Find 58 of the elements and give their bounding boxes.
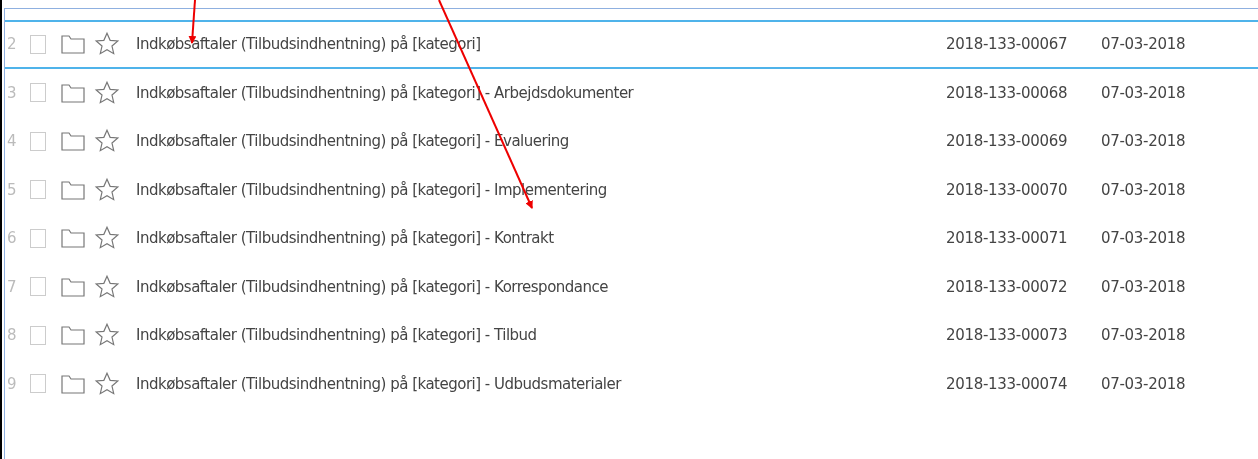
star-icon[interactable] [94,370,120,397]
star-icon[interactable] [94,31,120,58]
case-number: 2018-133-00067 [946,34,1069,55]
checkbox[interactable] [30,34,46,54]
row-number: 9 [6,373,18,395]
folder-icon [61,131,85,152]
list-row[interactable]: 8 Indkøbsaftaler (Tilbudsindhentning) på [kategori] - Tilbud 2018-133-00073 07-03-2018 [5,311,1258,360]
row-number: 3 [6,82,18,104]
star-icon[interactable] [94,322,120,349]
checkbox[interactable] [30,277,46,297]
item-title: Indkøbsaftaler (Tilbudsindhentning) på [kategori] - Tilbud [136,325,538,346]
date: 07-03-2018 [1101,373,1186,395]
row-number: 6 [6,228,18,249]
date: 07-03-2018 [1101,276,1186,298]
list-row[interactable]: 3 Indkøbsaftaler (Tilbudsindhentning) på [kategori] - Arbejdsdokumenter 2018-133-00068 07-03-2018 [5,68,1258,117]
star-icon[interactable] [94,225,120,252]
list-row[interactable]: 6 Indkøbsaftaler (Tilbudsindhentning) på [kategori] - Kontrakt 2018-133-00071 07-03-2018 [5,214,1258,263]
checkbox[interactable] [30,131,46,151]
case-number: 2018-133-00074 [946,373,1069,395]
case-number: 2018-133-00069 [946,131,1069,152]
folder-icon [61,179,85,200]
checkbox[interactable] [30,83,46,103]
row-number: 7 [6,276,18,298]
star-icon[interactable] [94,176,120,203]
row-number: 4 [6,131,18,152]
item-title: Indkøbsaftaler (Tilbudsindhentning) på [kategori] - Udbudsmaterialer [136,373,623,395]
date: 07-03-2018 [1101,179,1186,201]
case-number: 2018-133-00068 [946,82,1069,104]
case-number: 2018-133-00071 [946,228,1069,249]
case-number: 2018-133-00073 [946,325,1069,346]
case-number: 2018-133-00072 [946,276,1069,298]
star-icon[interactable] [94,273,120,300]
case-number: 2018-133-00070 [946,179,1069,201]
row-number: 8 [6,325,18,346]
checkbox[interactable] [30,325,46,345]
star-icon[interactable] [94,79,120,106]
item-title: Indkøbsaftaler (Tilbudsindhentning) på [kategori] - Arbejdsdokumenter [136,82,635,104]
item-title: Indkøbsaftaler (Tilbudsindhentning) på [kategori] - Korrespondance [136,276,609,298]
item-title: Indkøbsaftaler (Tilbudsindhentning) på [kategori] - Kontrakt [136,228,555,249]
folder-icon [61,325,85,346]
date: 07-03-2018 [1101,131,1186,152]
date: 07-03-2018 [1101,82,1186,104]
date: 07-03-2018 [1101,34,1186,55]
star-icon[interactable] [94,128,120,155]
folder-icon [61,228,85,249]
list-row[interactable]: 7 Indkøbsaftaler (Tilbudsindhentning) på [kategori] - Korrespondance 2018-133-00072 07-03-2018 [5,262,1258,311]
list-row[interactable]: 9 Indkøbsaftaler (Tilbudsindhentning) på [kategori] - Udbudsmaterialer 2018-133-00074 07-03-2018 [5,359,1258,408]
checkbox[interactable] [30,374,46,394]
folder-icon [61,276,85,297]
checkbox[interactable] [30,180,46,200]
date: 07-03-2018 [1101,325,1186,346]
checkbox[interactable] [30,228,46,248]
folder-icon [61,373,85,394]
row-number: 2 [6,34,18,55]
date: 07-03-2018 [1101,228,1186,249]
folder-icon [61,34,85,55]
row-number: 5 [6,179,18,201]
folder-icon [61,82,85,103]
